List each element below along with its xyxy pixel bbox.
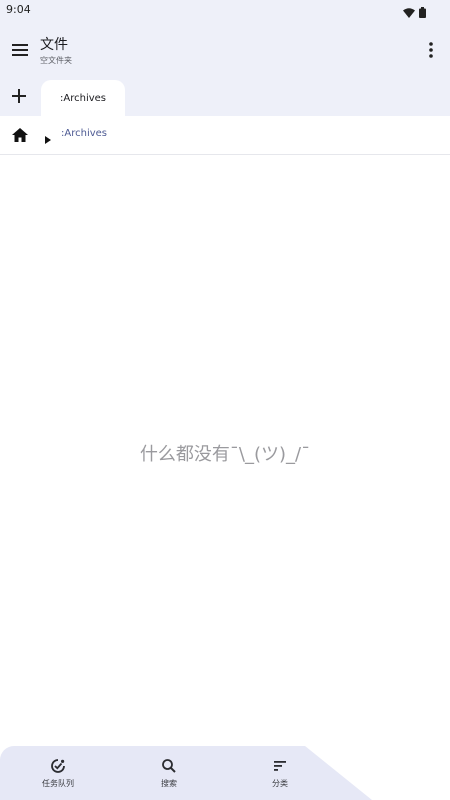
nav-label-search: 搜索 [161, 778, 177, 788]
file-manager-screen: 9:04 文件 空文件夹:Archives:Archives 什么都没有¯\… [0, 0, 450, 800]
page-subtitle: 空文件夹 [40, 56, 72, 65]
battery-icon [419, 3, 426, 22]
add-tab-button[interactable] [11, 88, 27, 104]
empty-state-message: 什么都没有¯\_(ツ)_/¯ [139, 444, 311, 465]
status-bar: 9:04 [0, 0, 450, 20]
page-title: 文件 [40, 37, 68, 53]
status-icons [403, 3, 426, 22]
app-bar: 文件 空文件夹 [0, 22, 450, 78]
nav-label-sort: 分类 [272, 778, 288, 788]
nav-item-task-queue[interactable]: 任务队列 [13, 746, 103, 800]
nav-item-search[interactable]: 搜索 [124, 746, 214, 800]
plus-icon [12, 89, 26, 103]
nav-item-sort[interactable]: 分类 [235, 746, 325, 800]
tab-archives[interactable]: :Archives [41, 80, 125, 116]
sort-icon [272, 758, 288, 774]
breadcrumb-path[interactable]: :Archives [61, 128, 107, 139]
play-arrow-icon [44, 130, 52, 144]
nav-label-task-queue: 任务队列 [42, 778, 74, 788]
hamburger-menu-icon[interactable] [11, 41, 29, 59]
search-icon [161, 758, 177, 774]
wifi-icon [403, 3, 415, 22]
status-time: 9:04 [6, 3, 31, 16]
tab-label: :Archives [60, 92, 106, 104]
task-queue-icon [50, 758, 66, 774]
more-vertical-icon[interactable] [428, 41, 434, 59]
breadcrumb: :Archives [0, 116, 450, 155]
home-icon[interactable] [11, 127, 29, 143]
